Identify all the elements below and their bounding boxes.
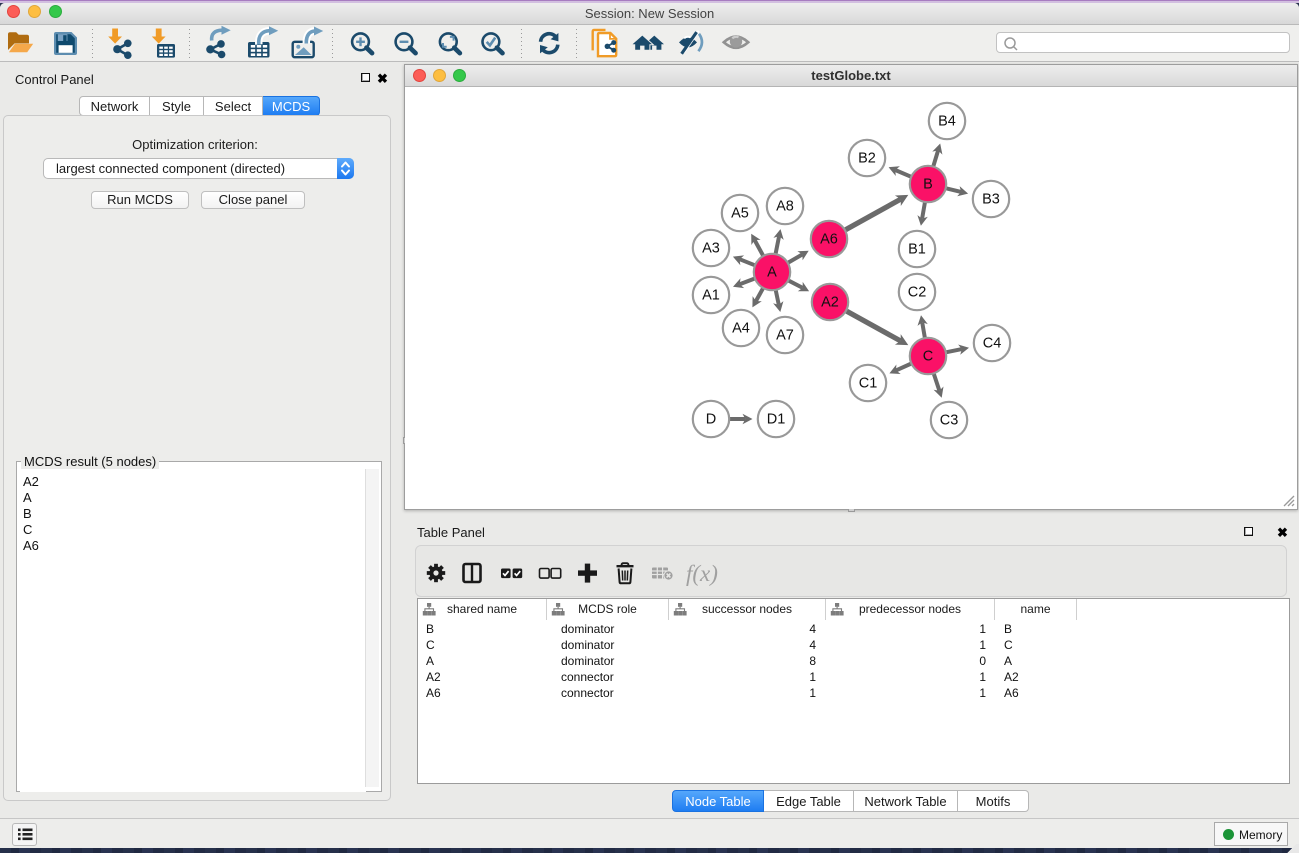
svg-text:C3: C3 — [940, 413, 959, 429]
svg-text:B1: B1 — [908, 242, 926, 258]
svg-text:C4: C4 — [983, 336, 1002, 352]
svg-text:B2: B2 — [858, 151, 876, 167]
svg-text:A5: A5 — [731, 206, 749, 222]
svg-text:A6: A6 — [820, 232, 838, 248]
svg-text:D: D — [706, 412, 716, 428]
svg-text:A1: A1 — [702, 288, 720, 304]
svg-text:f(x): f(x) — [686, 561, 718, 586]
svg-text:C: C — [923, 349, 933, 365]
svg-text:A3: A3 — [702, 241, 720, 257]
svg-text:A8: A8 — [776, 199, 794, 215]
svg-text:A7: A7 — [776, 328, 794, 344]
svg-text:A: A — [767, 265, 777, 281]
svg-text:A4: A4 — [732, 321, 750, 337]
svg-text:D1: D1 — [767, 412, 786, 428]
svg-text:A2: A2 — [821, 295, 839, 311]
svg-text:C1: C1 — [859, 376, 878, 392]
svg-text:B: B — [923, 177, 933, 193]
svg-text:B3: B3 — [982, 192, 1000, 208]
svg-text:B4: B4 — [938, 114, 956, 130]
svg-text:C2: C2 — [908, 285, 927, 301]
